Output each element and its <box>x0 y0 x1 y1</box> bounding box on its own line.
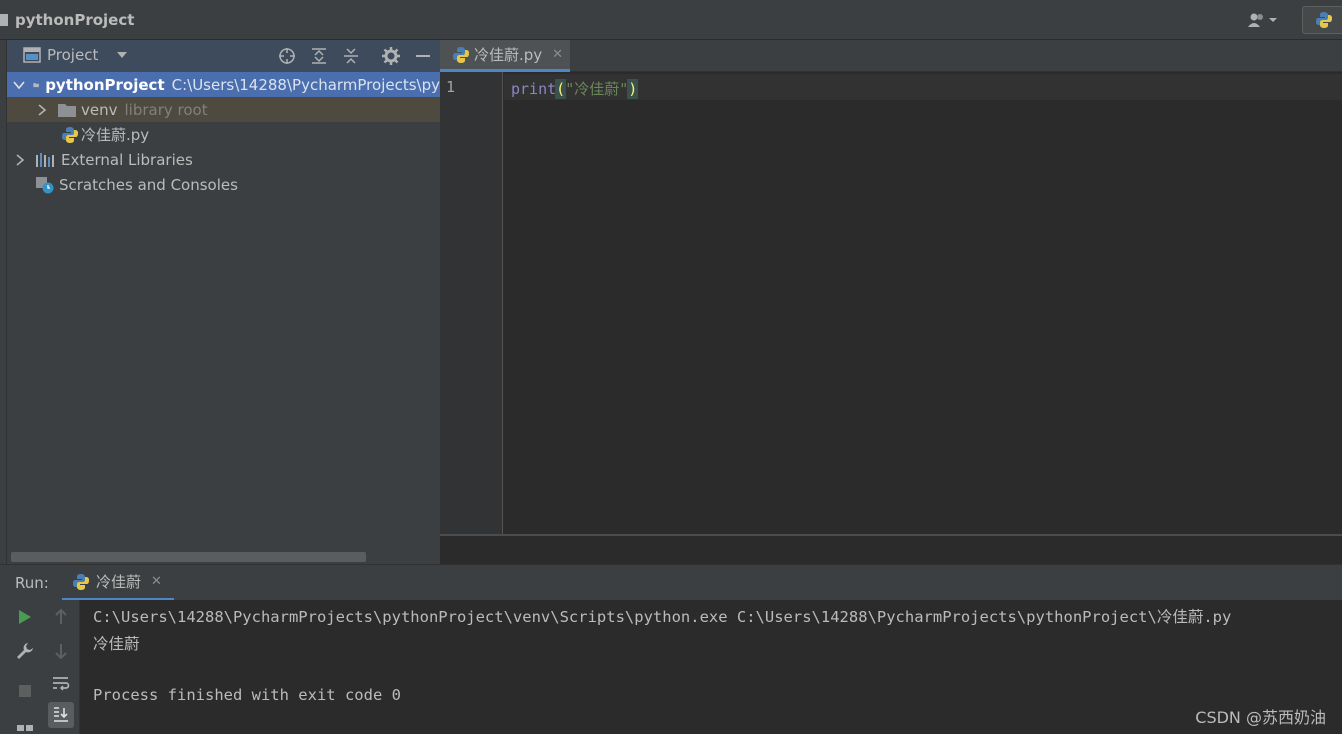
python-file-icon <box>62 126 78 143</box>
tree-item-python-file[interactable]: 冷佳蔚.py <box>7 122 440 147</box>
console-line: C:\Users\14288\PycharmProjects\pythonPro… <box>93 608 1232 626</box>
chevron-right-icon[interactable] <box>13 153 27 167</box>
locate-file-button[interactable] <box>276 45 298 67</box>
run-toolbar-secondary <box>42 600 80 734</box>
next-occurrence-button[interactable] <box>48 638 74 664</box>
project-panel: Project pythonProject C:\Users\14288\Pyc… <box>7 40 440 564</box>
tree-item-pythonproject[interactable]: pythonProject C:\Users\14288\PycharmProj… <box>7 72 440 97</box>
stop-button[interactable] <box>12 678 38 704</box>
run-toolbar-primary <box>0 600 42 734</box>
collapse-all-icon <box>344 48 358 64</box>
horizontal-scrollbar[interactable] <box>11 552 366 562</box>
library-icon <box>36 152 54 167</box>
line-number-gutter: 1 <box>440 72 503 534</box>
run-configuration-selector[interactable] <box>1302 6 1342 34</box>
edit-configuration-button[interactable] <box>12 638 38 664</box>
folder-icon <box>33 82 39 87</box>
python-icon <box>1316 12 1332 28</box>
run-console[interactable]: C:\Users\14288\PycharmProjects\pythonPro… <box>80 600 1342 734</box>
tree-item-external-libraries[interactable]: External Libraries <box>7 147 440 172</box>
gear-icon <box>382 47 400 65</box>
settings-button[interactable] <box>380 45 402 67</box>
tree-item-note: library root <box>124 100 208 119</box>
run-panel-header: Run: 冷佳蔚 ✕ <box>0 564 1342 601</box>
crosshair-icon <box>279 48 295 64</box>
console-line: Process finished with exit code 0 <box>93 686 401 704</box>
tree-item-scratches[interactable]: Scratches and Consoles <box>7 172 440 197</box>
tree-item-venv[interactable]: venv library root <box>7 97 440 122</box>
rerun-button[interactable] <box>12 604 38 630</box>
scroll-to-end-icon <box>54 707 68 722</box>
editor-tab-bar: 冷佳蔚.py ✕ <box>440 40 1342 72</box>
python-file-icon <box>453 46 469 63</box>
project-view-selector[interactable]: Project <box>23 46 130 64</box>
tree-item-label: External Libraries <box>61 150 193 169</box>
tree-item-label: pythonProject <box>45 75 165 94</box>
left-tool-stripe <box>0 40 7 564</box>
minus-icon <box>416 55 430 57</box>
chevron-down-icon[interactable] <box>13 78 25 92</box>
tree-item-label: 冷佳蔚.py <box>81 126 150 144</box>
editor-bottom-area <box>440 534 1342 564</box>
folder-icon <box>0 14 8 26</box>
project-window-icon <box>23 47 41 63</box>
project-panel-header: Project <box>7 40 440 72</box>
run-label: Run: <box>15 574 49 592</box>
code-editor[interactable]: 1 print("冷佳蔚") <box>440 72 1342 534</box>
editor-tab-label: 冷佳蔚.py <box>474 46 543 64</box>
expand-all-button[interactable] <box>308 45 330 67</box>
code-line[interactable]: print("冷佳蔚") <box>511 78 639 99</box>
play-icon <box>19 610 31 624</box>
line-number: 1 <box>446 78 456 96</box>
code-string: "冷佳蔚" <box>565 80 629 98</box>
window-title: pythonProject <box>15 11 135 29</box>
close-icon[interactable]: ✕ <box>151 574 162 589</box>
user-icon <box>1248 13 1263 27</box>
console-line: 冷佳蔚 <box>93 635 140 653</box>
collapse-all-button[interactable] <box>340 45 362 67</box>
scroll-to-end-button[interactable] <box>48 702 74 728</box>
soft-wrap-button[interactable] <box>48 670 74 696</box>
python-icon <box>73 573 89 590</box>
wrench-icon <box>17 643 33 659</box>
run-tab-label: 冷佳蔚 <box>96 573 142 591</box>
tree-item-label: Scratches and Consoles <box>59 175 238 194</box>
scratches-icon <box>36 176 54 193</box>
expand-all-icon <box>312 48 326 64</box>
arrow-up-icon <box>55 609 67 624</box>
tree-item-label: venv <box>81 100 118 119</box>
chevron-down-icon <box>117 52 128 58</box>
code-function: print <box>511 80 557 98</box>
project-tree: pythonProject C:\Users\14288\PycharmProj… <box>7 72 440 197</box>
arrow-down-icon <box>55 644 67 659</box>
account-button[interactable] <box>1248 10 1284 30</box>
chevron-down-icon <box>1269 18 1277 22</box>
chevron-right-icon[interactable] <box>35 103 49 117</box>
watermark: CSDN @苏西奶油 <box>1195 708 1326 727</box>
stop-icon <box>19 685 31 697</box>
close-icon[interactable]: ✕ <box>552 47 563 62</box>
previous-occurrence-button[interactable] <box>48 604 74 630</box>
code-close-paren: ) <box>627 79 639 99</box>
project-panel-title: Project <box>47 46 99 64</box>
editor-tab-active[interactable]: 冷佳蔚.py ✕ <box>440 40 570 72</box>
hide-panel-button[interactable] <box>412 45 434 67</box>
soft-wrap-icon <box>53 677 70 691</box>
folder-icon <box>58 103 76 117</box>
layout-icon <box>17 725 33 731</box>
tree-item-path: C:\Users\14288\PycharmProjects\py <box>171 75 440 94</box>
title-bar: pythonProject <box>0 0 1342 40</box>
code-open-paren: ( <box>555 79 567 99</box>
layout-button[interactable] <box>12 718 38 734</box>
run-tab-active[interactable]: 冷佳蔚 ✕ <box>62 565 174 601</box>
